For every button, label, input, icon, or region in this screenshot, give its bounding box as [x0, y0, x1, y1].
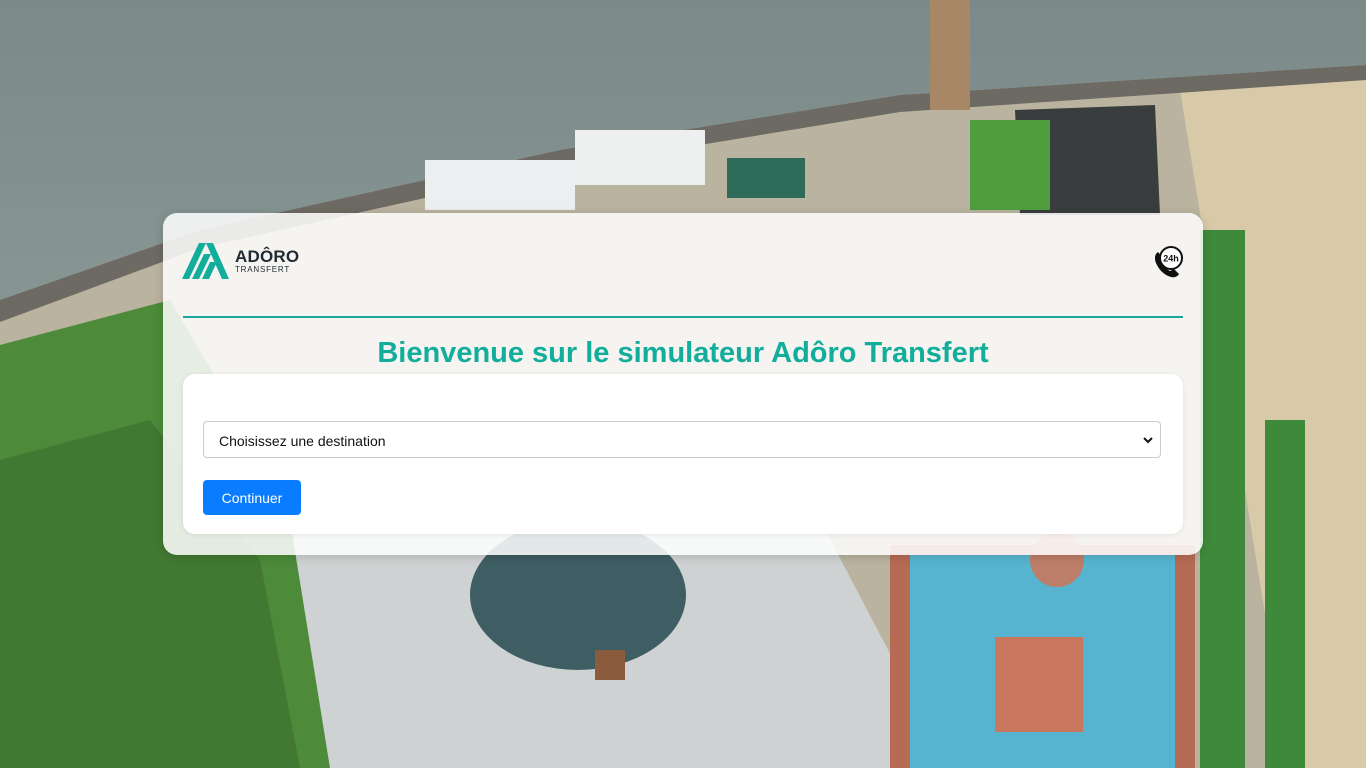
brand-name: ADÔRO: [235, 247, 300, 266]
phone-24h-icon[interactable]: 24h: [1150, 246, 1184, 280]
header-divider: [183, 316, 1183, 318]
brand-logo[interactable]: ADÔRO Transfert: [182, 241, 299, 281]
brand-subtitle: Transfert: [235, 265, 291, 274]
destination-form: Choisissez une destination Continuer: [183, 374, 1183, 534]
destination-select[interactable]: Choisissez une destination: [203, 421, 1161, 458]
support-label: 24h: [1163, 254, 1179, 264]
chevron-down-icon: [1143, 437, 1153, 444]
simulator-card: ADÔRO Transfert 24h Bienvenue sur le sim…: [163, 213, 1203, 555]
page-title: Bienvenue sur le simulateur Adôro Transf…: [377, 337, 989, 369]
adoro-logo-icon: [182, 243, 229, 279]
continue-button[interactable]: Continuer: [203, 480, 301, 515]
destination-select-value: Choisissez une destination: [219, 433, 386, 449]
